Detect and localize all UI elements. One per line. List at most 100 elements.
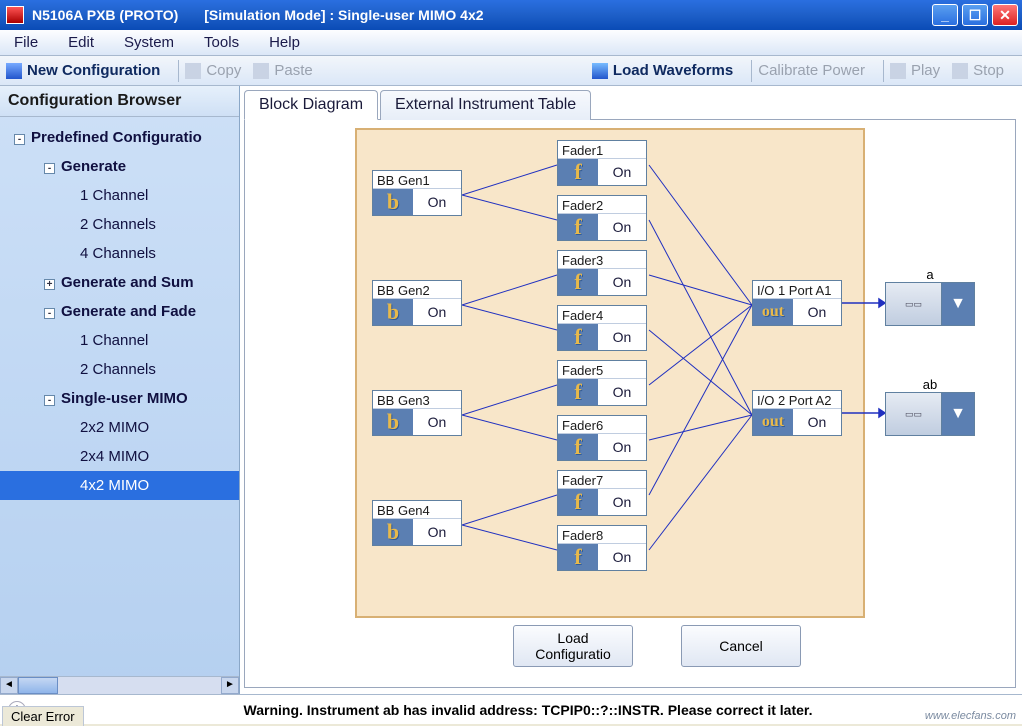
menubar: File Edit System Tools Help (0, 30, 1022, 56)
tree-2x4-mimo[interactable]: 2x4 MIMO (0, 442, 239, 471)
instrument-label: ab (886, 377, 974, 392)
instrument-dropdown[interactable]: ▼ (942, 283, 974, 325)
minimize-button[interactable]: _ (932, 4, 958, 26)
block-status: On (793, 409, 841, 435)
load-waveforms-button[interactable]: Load Waveforms (592, 62, 733, 79)
copy-button[interactable]: Copy (185, 62, 241, 79)
block-bb-gen4[interactable]: BB Gen4 bOn (372, 500, 462, 546)
block-bb-gen3[interactable]: BB Gen3 bOn (372, 390, 462, 436)
block-status: On (598, 214, 646, 240)
menu-file[interactable]: File (14, 34, 38, 51)
tree-fade-2channels[interactable]: 2 Channels (0, 355, 239, 384)
block-status: On (598, 269, 646, 295)
tree-1channel[interactable]: 1 Channel (0, 181, 239, 210)
fader-icon: f (558, 544, 598, 570)
new-icon (6, 63, 22, 79)
config-tree[interactable]: -Predefined Configuratio -Generate 1 Cha… (0, 117, 239, 676)
block-fader6[interactable]: Fader6 fOn (557, 415, 647, 461)
fader-icon: f (558, 214, 598, 240)
block-io2[interactable]: I/O 2 Port A2 outOn (752, 390, 842, 436)
block-label: Fader3 (558, 251, 646, 269)
block-label: Fader6 (558, 416, 646, 434)
block-bb-gen1[interactable]: BB Gen1 bOn (372, 170, 462, 216)
tree-generate-sum[interactable]: +Generate and Sum (0, 268, 239, 297)
collapse-icon[interactable]: - (44, 395, 55, 406)
tree-4channels[interactable]: 4 Channels (0, 239, 239, 268)
watermark: www.elecfans.com (925, 710, 1016, 722)
tree-single-user-mimo[interactable]: -Single-user MIMO (0, 384, 239, 413)
scroll-thumb[interactable] (18, 677, 58, 694)
block-status: On (793, 299, 841, 325)
block-status: On (598, 434, 646, 460)
block-label: Fader2 (558, 196, 646, 214)
tree-predefined[interactable]: -Predefined Configuratio (0, 123, 239, 152)
title-mode: [Simulation Mode] : Single-user MIMO 4x2 (204, 7, 483, 23)
out-icon: out (753, 299, 793, 325)
sidebar-hscrollbar[interactable]: ◄ ► (0, 676, 239, 694)
block-status: On (413, 189, 461, 215)
menu-system[interactable]: System (124, 34, 174, 51)
fader-icon: f (558, 379, 598, 405)
menu-tools[interactable]: Tools (204, 34, 239, 51)
fader-icon: f (558, 159, 598, 185)
collapse-icon[interactable]: - (44, 308, 55, 319)
bb-icon: b (373, 189, 413, 215)
instrument-dropdown[interactable]: ▼ (942, 393, 974, 435)
block-fader1[interactable]: Fader1 fOn (557, 140, 647, 186)
scroll-right-button[interactable]: ► (221, 677, 239, 694)
paste-button[interactable]: Paste (253, 62, 312, 79)
fader-icon: f (558, 324, 598, 350)
collapse-icon[interactable]: - (44, 163, 55, 174)
menu-edit[interactable]: Edit (68, 34, 94, 51)
tab-external-instrument[interactable]: External Instrument Table (380, 90, 591, 120)
block-status: On (413, 299, 461, 325)
block-io1[interactable]: I/O 1 Port A1 outOn (752, 280, 842, 326)
tree-fade-1channel[interactable]: 1 Channel (0, 326, 239, 355)
app-icon (6, 6, 24, 24)
new-config-button[interactable]: New Configuration (6, 62, 160, 79)
download-icon (592, 63, 608, 79)
menu-help[interactable]: Help (269, 34, 300, 51)
instrument-a[interactable]: a ▭▭ ▼ (885, 282, 975, 326)
block-bb-gen2[interactable]: BB Gen2 bOn (372, 280, 462, 326)
title-app: N5106A PXB (PROTO) (32, 7, 178, 23)
expand-icon[interactable]: + (44, 279, 55, 290)
block-fader8[interactable]: Fader8 fOn (557, 525, 647, 571)
block-label: Fader8 (558, 526, 646, 544)
block-status: On (598, 159, 646, 185)
tree-generate[interactable]: -Generate (0, 152, 239, 181)
toolbar: New Configuration Copy Paste Load Wavefo… (0, 56, 1022, 86)
clear-error-button[interactable]: Clear Error (2, 706, 84, 726)
block-label: BB Gen2 (373, 281, 461, 299)
block-status: On (598, 489, 646, 515)
tree-generate-fade[interactable]: -Generate and Fade (0, 297, 239, 326)
block-fader2[interactable]: Fader2 fOn (557, 195, 647, 241)
bb-icon: b (373, 409, 413, 435)
close-button[interactable]: ✕ (992, 4, 1018, 26)
tree-2x2-mimo[interactable]: 2x2 MIMO (0, 413, 239, 442)
block-label: BB Gen1 (373, 171, 461, 189)
stop-button[interactable]: Stop (952, 62, 1004, 79)
block-status: On (598, 379, 646, 405)
window-titlebar: N5106A PXB (PROTO) [Simulation Mode] : S… (0, 0, 1022, 30)
block-status: On (598, 324, 646, 350)
collapse-icon[interactable]: - (14, 134, 25, 145)
block-fader5[interactable]: Fader5 fOn (557, 360, 647, 406)
maximize-button[interactable]: ☐ (962, 4, 988, 26)
instrument-ab[interactable]: ab ▭▭ ▼ (885, 392, 975, 436)
out-icon: out (753, 409, 793, 435)
tab-block-diagram[interactable]: Block Diagram (244, 90, 378, 120)
tree-4x2-mimo[interactable]: 4x2 MIMO (0, 471, 239, 500)
bb-icon: b (373, 299, 413, 325)
copy-icon (185, 63, 201, 79)
block-diagram-panel: BB Gen1 bOn BB Gen2 bOn BB Gen3 bOn BB G… (244, 119, 1016, 688)
block-fader3[interactable]: Fader3 fOn (557, 250, 647, 296)
block-fader4[interactable]: Fader4 fOn (557, 305, 647, 351)
sidebar: Configuration Browser -Predefined Config… (0, 86, 240, 694)
block-fader7[interactable]: Fader7 fOn (557, 470, 647, 516)
scroll-left-button[interactable]: ◄ (0, 677, 18, 694)
calibrate-power-button[interactable]: Calibrate Power (758, 62, 865, 79)
block-label: Fader5 (558, 361, 646, 379)
play-button[interactable]: Play (890, 62, 940, 79)
tree-2channels[interactable]: 2 Channels (0, 210, 239, 239)
